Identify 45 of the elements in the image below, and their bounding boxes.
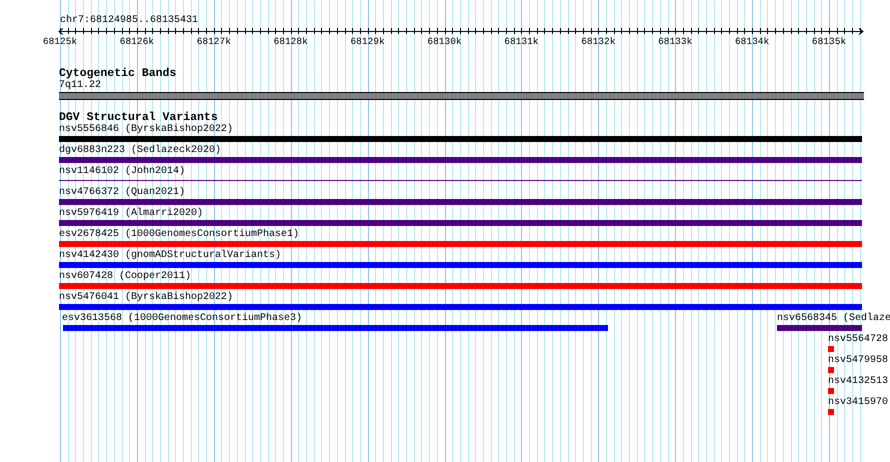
tick-label: 68130k (427, 36, 462, 47)
variant-label: esv3613568 (1000GenomesConsortiumPhase3) (62, 313, 302, 325)
tick-label: 68135k (812, 36, 846, 47)
variant-bar[interactable] (828, 367, 834, 373)
band-label: 7q11.22 (59, 80, 102, 92)
variant-bar[interactable] (828, 346, 834, 352)
variant-bar[interactable] (777, 325, 862, 331)
variant-bar[interactable] (59, 283, 862, 289)
tick-label: 68133k (658, 36, 692, 47)
tick-label: 68134k (735, 36, 770, 47)
variant-label: nsv5556846 (ByrskaBishop2022) (59, 124, 234, 136)
variant-label: nsv5479958 (828, 355, 888, 367)
variant-label: nsv4142430 (gnomADStructuralVariants) (59, 250, 282, 262)
variant-label: nsv5476041 (ByrskaBishop2022) (59, 292, 234, 304)
variant-bar[interactable] (59, 199, 862, 205)
variant-bar[interactable] (59, 220, 862, 226)
tick-label: 68131k (504, 36, 538, 47)
tick-label: 68128k (274, 36, 308, 47)
variant-bar[interactable] (59, 241, 862, 247)
variant-label: nsv607428 (Cooper2011) (59, 271, 192, 283)
track-title: DGV Structural Variants (59, 112, 218, 124)
variant-label: nsv5976419 (Almarri2020) (59, 208, 204, 220)
variant-bar[interactable] (59, 136, 862, 142)
variant-bar[interactable] (63, 325, 608, 331)
variant-label: nsv6568345 (Sedlaze (777, 313, 890, 325)
location-label: chr7:68124985..68135431 (60, 14, 198, 27)
variant-bar[interactable] (59, 262, 862, 268)
tick-label: 68129k (350, 36, 385, 47)
variant-label: nsv4132513 (828, 376, 888, 388)
variant-label: nsv3415970 (828, 397, 888, 409)
variant-bar[interactable] (828, 388, 834, 394)
variant-bar[interactable] (59, 304, 862, 310)
variant-bar[interactable] (828, 409, 834, 415)
variant-line[interactable] (59, 180, 862, 181)
track-title: Cytogenetic Bands (59, 68, 176, 80)
variant-label: nsv4766372 (Quan2021) (59, 187, 186, 199)
variant-bar[interactable] (59, 157, 862, 163)
variant-label: esv2678425 (1000GenomesConsortiumPhase1) (59, 229, 300, 241)
variant-label: nsv5564728 (828, 334, 888, 346)
variant-label: dgv6883n223 (Sedlazeck2020) (59, 145, 222, 157)
tick-label: 68126k (120, 36, 154, 47)
tick-label: 68125k (42, 36, 78, 47)
tick-label: 68132k (581, 36, 616, 47)
tick-label: 68127k (196, 36, 231, 47)
variant-label: nsv1146102 (John2014) (59, 166, 186, 178)
